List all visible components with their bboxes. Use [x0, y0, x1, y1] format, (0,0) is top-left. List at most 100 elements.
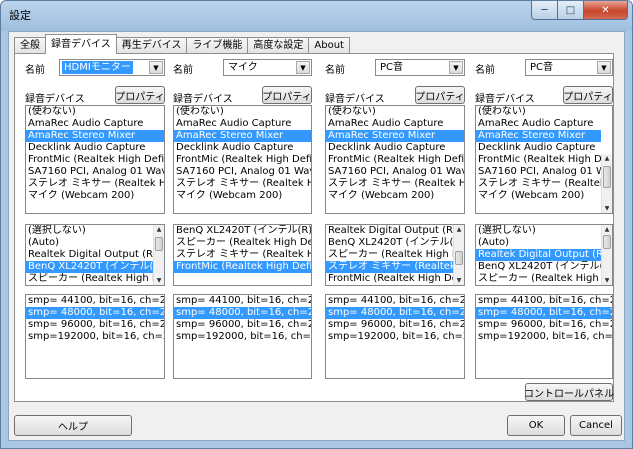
list-item[interactable]: (Auto)	[476, 237, 601, 249]
chevron-down-icon[interactable]: ▼	[149, 61, 163, 74]
list-item[interactable]: AmaRec Audio Capture	[476, 118, 601, 130]
title-bar[interactable]: 設定 ─ □ ✕	[1, 1, 632, 31]
list-item[interactable]: ステレオ ミキサー (Realtek High De	[476, 178, 601, 190]
ok-button[interactable]: OK	[507, 415, 565, 436]
maximize-button[interactable]: □	[558, 1, 584, 20]
scroll-up-icon[interactable]: ▲	[602, 225, 612, 234]
format-list-3[interactable]: smp= 44100, bit=16, ch=2 smp= 48000, bit…	[325, 294, 465, 379]
list-item[interactable]: (選択しない)	[26, 225, 153, 237]
properties-button-2[interactable]: プロパティ	[262, 86, 312, 104]
list-item[interactable]: マイク (Webcam 200)	[326, 190, 464, 202]
list-item[interactable]: smp= 48000, bit=16, ch=2	[26, 307, 164, 319]
list-item[interactable]: スピーカー (Realtek High Defini	[174, 237, 311, 249]
properties-button-4[interactable]: プロパティ	[563, 86, 613, 104]
device-list-1[interactable]: (使わない) AmaRec Audio Capture AmaRec Stere…	[25, 105, 165, 214]
format-list-2[interactable]: smp= 44100, bit=16, ch=2 smp= 48000, bit…	[173, 294, 312, 379]
list-item[interactable]: smp=192000, bit=16, ch=2	[174, 331, 311, 343]
list-item[interactable]: BenQ XL2420T (インテル(R) デ	[26, 261, 153, 273]
list-item[interactable]: FrontMic (Realtek High Defini	[174, 261, 311, 273]
list-item[interactable]: AmaRec Stereo Mixer	[326, 130, 464, 142]
output-list-3[interactable]: Realtek Digital Output (Real BenQ XL2420…	[325, 224, 465, 286]
list-item[interactable]: Realtek Digital Output (Real	[26, 249, 153, 261]
list-item[interactable]: FrontMic (Realtek High Definiti	[26, 154, 164, 166]
list-item[interactable]: Decklink Audio Capture	[326, 142, 464, 154]
list-item[interactable]: FrontMic (Realtek High Definiti	[326, 154, 464, 166]
list-item[interactable]: マイク (Webcam 200)	[476, 190, 601, 202]
name-combo-1[interactable]: HDMIモニター ▼	[59, 59, 165, 76]
list-item[interactable]: (使わない)	[476, 106, 601, 118]
list-item[interactable]: SA7160 PCI, Analog 01 WaveIn	[326, 166, 464, 178]
list-item[interactable]: (使わない)	[326, 106, 464, 118]
list-item[interactable]: スピーカー (Realtek High Defini	[476, 273, 601, 285]
list-item[interactable]: Realtek Digital Output (Real	[326, 225, 453, 237]
scrollbar[interactable]: ▲ ▼	[601, 154, 612, 213]
chevron-down-icon[interactable]: ▼	[449, 61, 463, 74]
list-item[interactable]: Decklink Audio Capture	[476, 142, 601, 154]
minimize-button[interactable]: ─	[531, 1, 558, 20]
scroll-down-icon[interactable]: ▼	[602, 276, 612, 285]
list-item[interactable]: smp= 48000, bit=16, ch=2	[326, 307, 464, 319]
properties-button-3[interactable]: プロパティ	[415, 86, 465, 104]
list-item[interactable]: (選択しない)	[476, 225, 601, 237]
device-list-2[interactable]: (使わない) AmaRec Audio Capture AmaRec Stere…	[173, 105, 312, 214]
list-item[interactable]: BenQ XL2420T (インテル(R) デ	[326, 237, 453, 249]
list-item[interactable]: SA7160 PCI, Analog 01 WaveIn	[26, 166, 164, 178]
name-combo-2[interactable]: マイク ▼	[223, 59, 312, 76]
list-item[interactable]: smp= 96000, bit=16, ch=2	[476, 319, 612, 331]
list-item[interactable]: smp= 44100, bit=16, ch=2	[26, 295, 164, 307]
device-list-3[interactable]: (使わない) AmaRec Audio Capture AmaRec Stere…	[325, 105, 465, 214]
list-item[interactable]: smp= 96000, bit=16, ch=2	[174, 319, 311, 331]
list-item[interactable]: AmaRec Stereo Mixer	[174, 130, 311, 142]
list-item[interactable]: Realtek Digital Output (Real	[476, 249, 601, 261]
list-item[interactable]: SA7160 PCI, Analog 01 WaveIn	[174, 166, 311, 178]
list-item[interactable]: AmaRec Stereo Mixer	[476, 130, 601, 142]
output-list-1[interactable]: (選択しない) (Auto) Realtek Digital Output (R…	[25, 224, 165, 286]
help-button[interactable]: ヘルプ	[14, 415, 132, 436]
list-item[interactable]: AmaRec Audio Capture	[26, 118, 164, 130]
tab-playback-devices[interactable]: 再生デバイス	[115, 37, 188, 54]
tab-advanced-settings[interactable]: 高度な設定	[247, 37, 310, 54]
list-item[interactable]: ステレオ ミキサー (Realtek High De	[26, 178, 164, 190]
list-item[interactable]: AmaRec Audio Capture	[326, 118, 464, 130]
output-list-2[interactable]: BenQ XL2420T (インテル(R) デ スピーカー (Realtek H…	[173, 224, 312, 286]
list-item[interactable]: Decklink Audio Capture	[26, 142, 164, 154]
scroll-up-icon[interactable]: ▲	[454, 225, 464, 234]
list-item[interactable]: smp= 96000, bit=16, ch=2	[26, 319, 164, 331]
properties-button-1[interactable]: プロパティ	[115, 86, 165, 104]
device-list-4[interactable]: (使わない) AmaRec Audio Capture AmaRec Stere…	[475, 105, 613, 214]
list-item[interactable]: smp= 48000, bit=16, ch=2	[476, 307, 612, 319]
scroll-up-icon[interactable]: ▲	[602, 154, 612, 163]
list-item[interactable]: smp=192000, bit=16, ch=2	[476, 331, 612, 343]
scroll-thumb[interactable]	[455, 251, 463, 265]
scrollbar[interactable]: ▲ ▼	[453, 225, 464, 285]
list-item[interactable]: ステレオ ミキサー (Realtek High De	[326, 178, 464, 190]
list-item[interactable]: FrontMic (Realtek High Definiti	[174, 154, 311, 166]
scroll-thumb[interactable]	[155, 237, 163, 251]
scroll-down-icon[interactable]: ▼	[454, 276, 464, 285]
scroll-down-icon[interactable]: ▼	[154, 276, 164, 285]
list-item[interactable]: Decklink Audio Capture	[174, 142, 311, 154]
list-item[interactable]: BenQ XL2420T (インテル(R) デ	[476, 261, 601, 273]
scroll-thumb[interactable]	[603, 166, 611, 188]
scroll-up-icon[interactable]: ▲	[154, 225, 164, 234]
tab-live-features[interactable]: ライブ機能	[186, 37, 249, 54]
list-item[interactable]: ステレオ ミキサー (Realtek High De	[174, 249, 311, 261]
control-panel-button[interactable]: コントロールパネル	[524, 383, 614, 401]
list-item[interactable]: ステレオ ミキサー (Realtek High De	[174, 178, 311, 190]
list-item[interactable]: (使わない)	[26, 106, 164, 118]
list-item[interactable]: smp=192000, bit=16, ch=2	[326, 331, 464, 343]
list-item[interactable]: (Auto)	[26, 237, 153, 249]
list-item[interactable]: (使わない)	[174, 106, 311, 118]
scroll-thumb[interactable]	[603, 235, 611, 249]
list-item[interactable]: AmaRec Stereo Mixer	[26, 130, 164, 142]
list-item[interactable]: smp= 44100, bit=16, ch=2	[326, 295, 464, 307]
list-item[interactable]: スピーカー (Realtek High Defini	[326, 249, 453, 261]
name-combo-4[interactable]: PC音 ▼	[525, 59, 613, 76]
list-item[interactable]: smp= 96000, bit=16, ch=2	[326, 319, 464, 331]
chevron-down-icon[interactable]: ▼	[597, 61, 611, 74]
tab-recording-devices[interactable]: 録音デバイス	[45, 34, 117, 54]
list-item[interactable]: smp= 44100, bit=16, ch=2	[174, 295, 311, 307]
list-item[interactable]: smp= 48000, bit=16, ch=2	[174, 307, 311, 319]
list-item[interactable]: FrontMic (Realtek High Definiti	[476, 154, 601, 166]
name-combo-3[interactable]: PC音 ▼	[375, 59, 465, 76]
